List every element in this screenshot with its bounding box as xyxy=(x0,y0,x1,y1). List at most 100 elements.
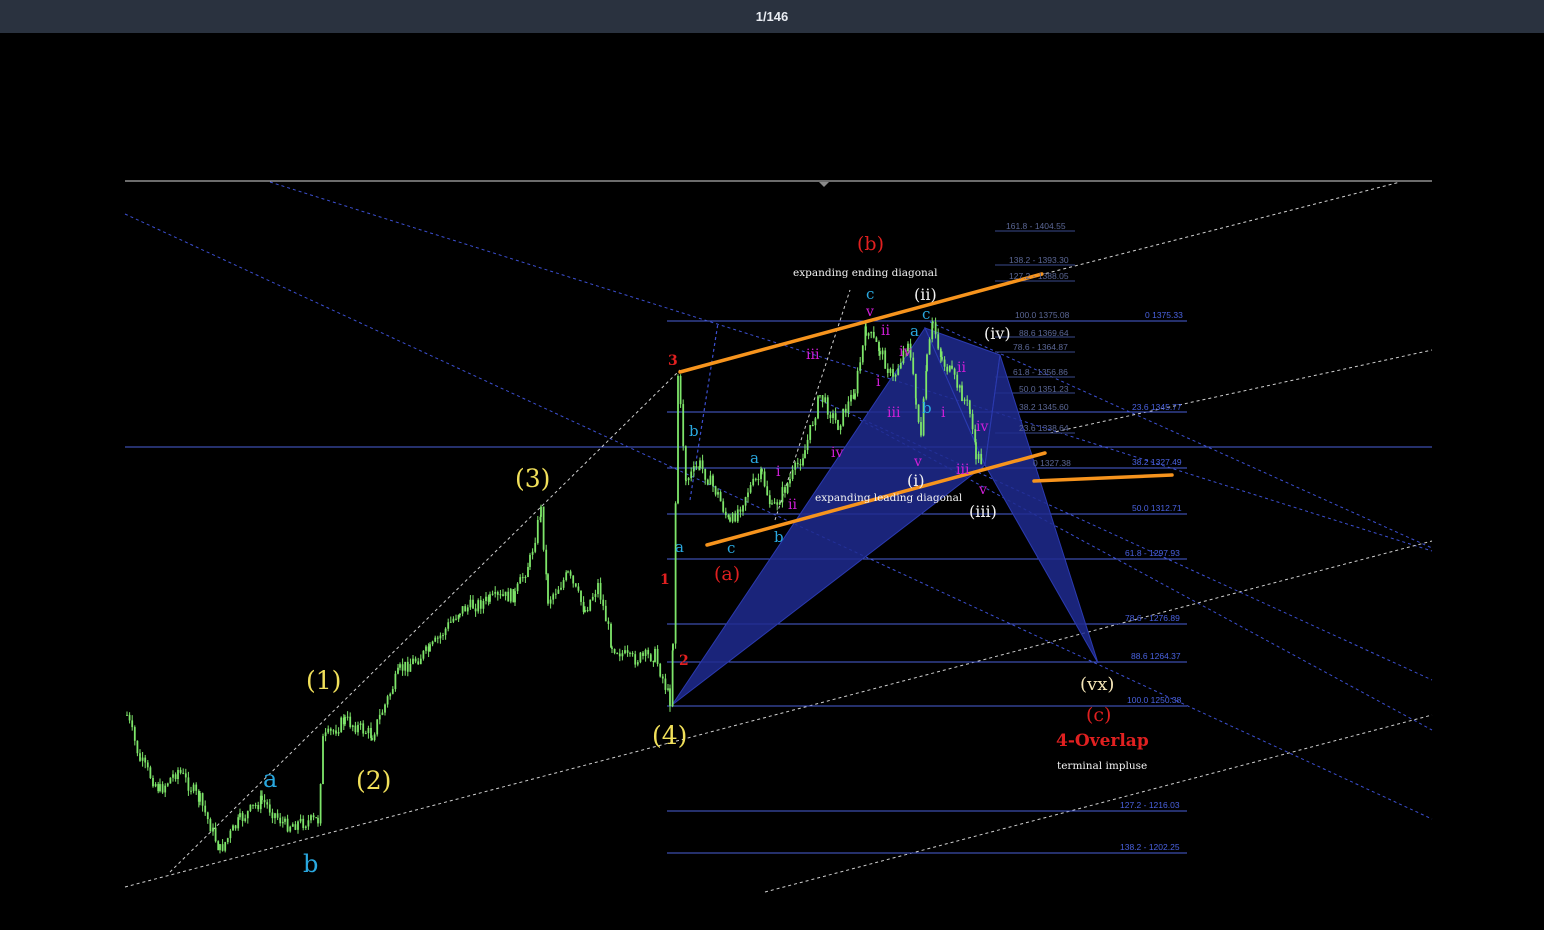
candle-body xyxy=(943,359,946,367)
fib-label-right: 23.6 1345.77 xyxy=(1132,402,1182,412)
candle-body xyxy=(826,397,829,415)
candle-body xyxy=(195,784,198,791)
candle-body xyxy=(297,821,299,830)
candle-body xyxy=(724,511,727,516)
candle-body xyxy=(685,480,687,482)
candle-body xyxy=(937,334,940,349)
candle-body xyxy=(781,487,784,503)
candle-body xyxy=(656,648,659,664)
candle-body xyxy=(569,571,572,576)
candle-body xyxy=(701,460,704,469)
candle-body xyxy=(349,716,352,727)
candle-body xyxy=(847,401,850,413)
candle-body xyxy=(839,425,842,430)
fib-label-right: 38.2 1327.49 xyxy=(1132,457,1182,467)
candle-body xyxy=(584,610,586,612)
candle-body xyxy=(654,648,656,662)
candle-body xyxy=(597,582,599,595)
candle-body xyxy=(169,777,172,784)
candle-body xyxy=(872,331,875,338)
fib-label-mid: 161.8 - 1404.55 xyxy=(1006,221,1066,231)
candle-body xyxy=(206,812,209,820)
candle-body xyxy=(133,727,136,741)
candle-body xyxy=(344,716,346,725)
candle-body xyxy=(642,652,644,656)
candle-body xyxy=(274,813,276,819)
candle-body xyxy=(580,590,582,602)
candle-body xyxy=(796,462,799,465)
candle-body xyxy=(766,486,769,496)
candle-body xyxy=(414,658,417,662)
candle-body xyxy=(166,783,169,786)
candle-body xyxy=(667,688,669,690)
candle-body xyxy=(749,485,752,493)
candle-body xyxy=(457,615,460,620)
candle-body xyxy=(399,664,401,668)
candle-body xyxy=(159,784,161,792)
wave-vx-paren-label: (vx) xyxy=(1080,674,1114,695)
candle-body xyxy=(763,471,766,487)
candle-body xyxy=(425,646,427,651)
candle-body xyxy=(447,622,450,629)
candle-body xyxy=(719,492,722,502)
candle-body xyxy=(177,769,179,780)
candle-body xyxy=(621,653,624,657)
candle-body xyxy=(591,596,594,600)
fib-label-mid: 50.0 1351.23 xyxy=(1019,384,1069,394)
candle-body xyxy=(679,375,682,405)
candle-body xyxy=(307,820,310,827)
candle-body xyxy=(802,458,804,466)
candle-body xyxy=(534,542,537,552)
red-1-label: 1 xyxy=(660,572,670,588)
candle-body xyxy=(291,824,294,827)
candle-body xyxy=(729,517,731,522)
candle-body xyxy=(364,733,367,735)
candle-body xyxy=(144,757,147,763)
candle-body xyxy=(925,370,928,399)
candle-body xyxy=(512,589,515,603)
candle-body xyxy=(376,719,379,735)
candle-body xyxy=(958,385,961,388)
candle-body xyxy=(397,667,399,674)
candle-body xyxy=(842,408,845,426)
candle-body xyxy=(562,580,565,588)
candle-body xyxy=(310,815,312,821)
wave-3-label: (3) xyxy=(515,464,550,493)
candle-body xyxy=(963,399,966,402)
candle-body xyxy=(302,818,305,828)
candle-body xyxy=(659,663,662,677)
top-line-marker xyxy=(819,182,829,187)
candle-body xyxy=(246,810,249,819)
candle-body xyxy=(214,827,217,842)
candle-body xyxy=(757,479,760,481)
candle-body xyxy=(279,817,282,824)
candle-body xyxy=(914,373,917,399)
candle-body xyxy=(494,592,497,594)
candle-body xyxy=(941,357,943,360)
fib-label-mid: 61.8 - 1356.86 xyxy=(1013,367,1068,377)
candle-body xyxy=(224,842,227,851)
candle-body xyxy=(652,661,655,663)
candle-body xyxy=(975,442,977,460)
wave-b-label: b xyxy=(303,850,318,878)
candle-body xyxy=(472,599,474,609)
candle-body xyxy=(649,654,652,662)
candle-body xyxy=(897,368,900,375)
candle-body xyxy=(875,337,878,342)
candle-body xyxy=(714,486,717,495)
candle-body xyxy=(496,592,499,595)
mag-iv-1: iv xyxy=(831,445,843,461)
candle-body xyxy=(786,483,789,493)
candle-body xyxy=(464,606,467,612)
candle-body xyxy=(717,492,719,495)
candle-body xyxy=(507,591,510,602)
candle-body xyxy=(744,497,747,506)
candle-body xyxy=(773,502,776,504)
overlap-note: 4-Overlap xyxy=(1056,731,1149,751)
mag-iv-2: iv xyxy=(899,344,911,360)
candle-body xyxy=(567,571,569,573)
candle-body xyxy=(814,418,817,426)
candle-body xyxy=(629,652,631,654)
candle-body xyxy=(956,374,959,388)
candle-body xyxy=(527,566,529,578)
